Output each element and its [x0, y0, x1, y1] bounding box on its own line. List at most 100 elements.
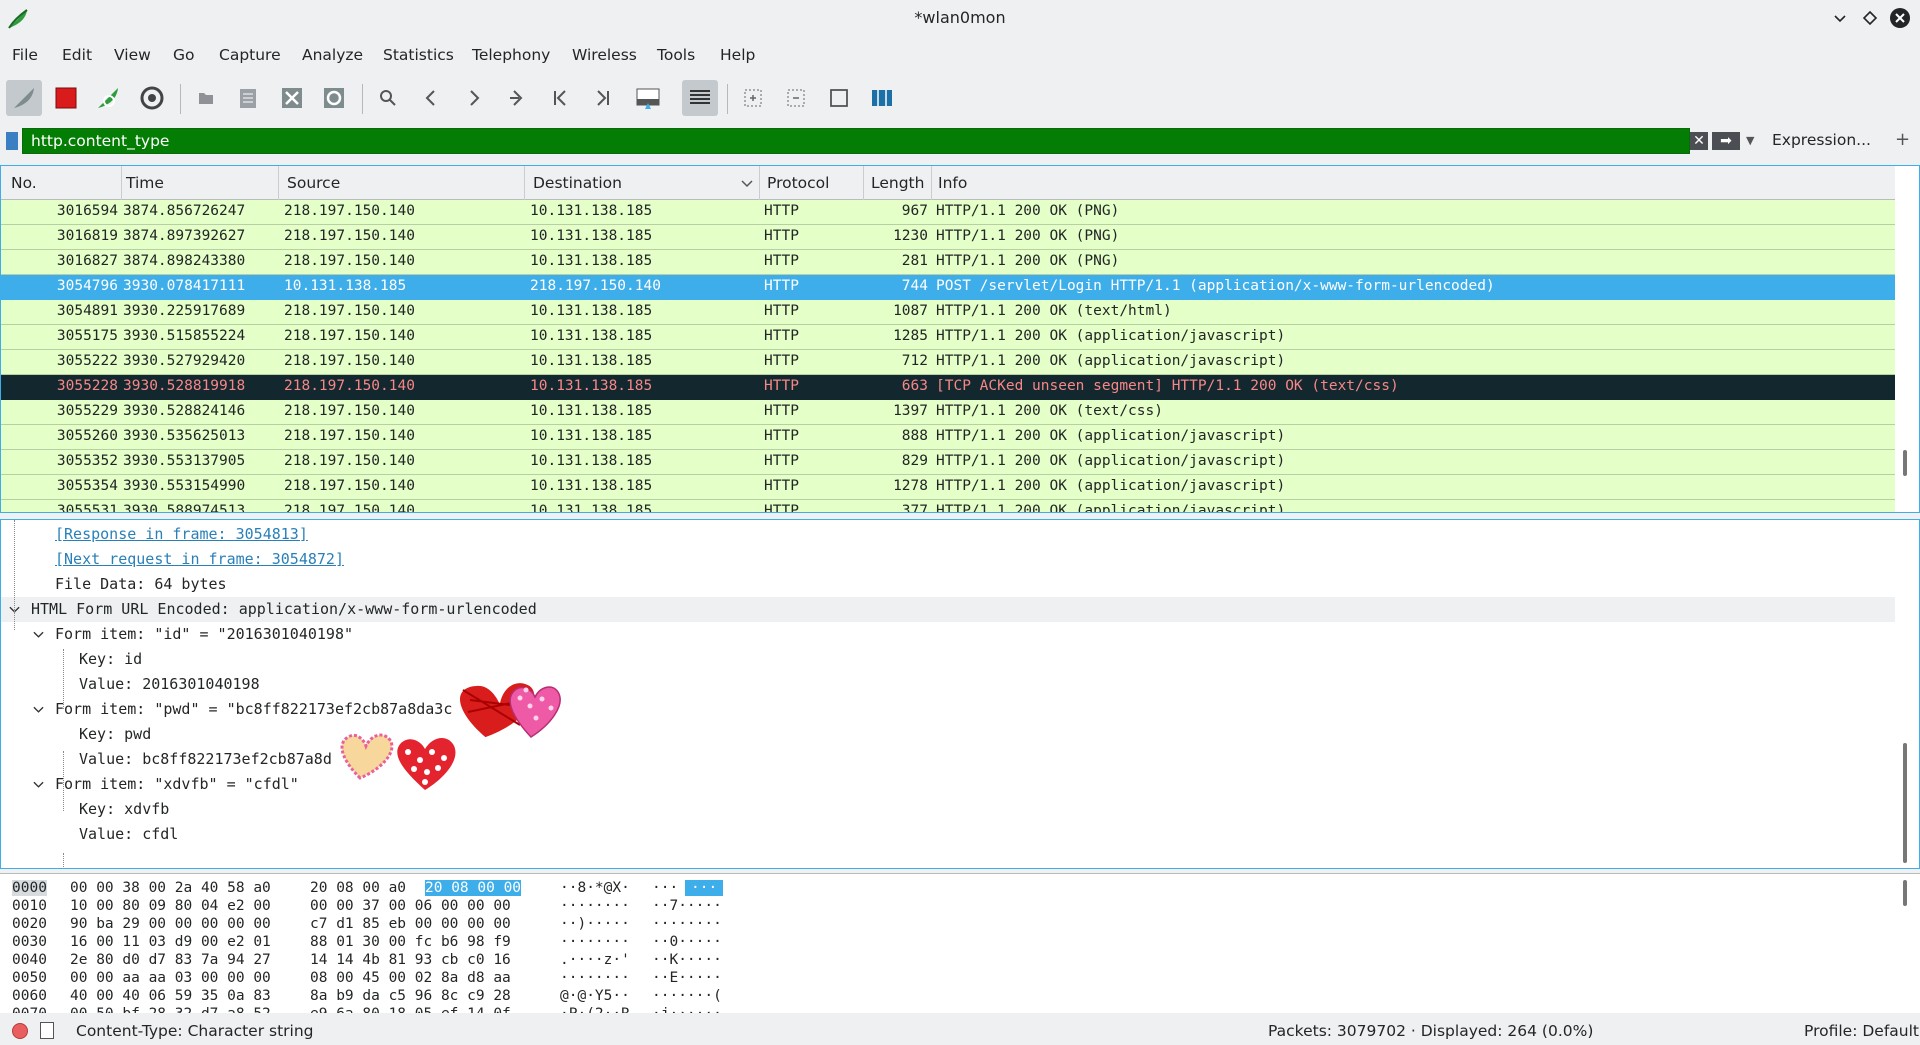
menu-statistics[interactable]: Statistics	[383, 46, 454, 64]
packet-row[interactable]: 3016827 3874.898243380 218.197.150.140 10.1…	[1, 250, 1895, 275]
column-divider[interactable]	[121, 166, 122, 200]
packet-details-scrollbar[interactable]	[1903, 743, 1907, 863]
resize-columns-button[interactable]	[864, 80, 900, 116]
bookmark-icon[interactable]	[6, 132, 18, 150]
menu-view[interactable]: View	[114, 46, 151, 64]
packet-list-scrollbar[interactable]	[1903, 450, 1907, 476]
detail-tree-item[interactable]: Value: bc8ff822173ef2cb87a8d	[1, 747, 1895, 772]
detail-tree-item[interactable]: Form item: "pwd" = "bc8ff822173ef2cb87a8…	[1, 697, 1895, 722]
column-divider[interactable]	[278, 166, 279, 200]
expand-chevron-icon[interactable]	[33, 631, 44, 639]
reload-file-button[interactable]	[316, 80, 352, 116]
normal-size-button[interactable]	[821, 80, 857, 116]
hex-dump-line[interactable]: 0040 2e 80 d0 d7 83 7a 94 27 14 14 4b 81 9…	[0, 952, 760, 970]
column-header-no[interactable]: No.	[11, 174, 37, 192]
hex-dump-line[interactable]: 0010 10 00 80 09 80 04 e2 00 00 00 37 00 0…	[0, 898, 760, 916]
menu-analyze[interactable]: Analyze	[302, 46, 363, 64]
auto-scroll-button[interactable]	[630, 80, 666, 116]
column-header-source[interactable]: Source	[287, 174, 340, 192]
clear-filter-icon[interactable]: ✕	[1690, 132, 1708, 150]
stop-capture-button[interactable]	[48, 80, 84, 116]
menu-telephony[interactable]: Telephony	[472, 46, 550, 64]
detail-tree-item[interactable]: Form item: "id" = "2016301040198"	[1, 622, 1895, 647]
hex-dump-line[interactable]: 0050 00 00 aa aa 03 00 00 00 08 00 45 00 0…	[0, 970, 760, 988]
packet-row[interactable]: 3016819 3874.897392627 218.197.150.140 10.1…	[1, 225, 1895, 250]
packet-row[interactable]: 3055229 3930.528824146 218.197.150.140 10.1…	[1, 400, 1895, 425]
apply-filter-icon[interactable]: ➡	[1712, 132, 1740, 150]
column-divider[interactable]	[759, 166, 760, 200]
expand-chevron-icon[interactable]	[33, 781, 44, 789]
restart-capture-button[interactable]	[90, 80, 126, 116]
packet-row[interactable]: 3055228 3930.528819918 218.197.150.140 10.1…	[1, 375, 1895, 400]
hex-dump-line[interactable]: 0030 16 00 11 03 d9 00 e2 01 88 01 30 00 f…	[0, 934, 760, 952]
column-header-length[interactable]: Length	[871, 174, 924, 192]
menu-wireless[interactable]: Wireless	[572, 46, 637, 64]
detail-tree-item[interactable]: Value: cfdl	[1, 822, 1895, 847]
packet-row[interactable]: 3016594 3874.856726247 218.197.150.140 10.1…	[1, 200, 1895, 225]
packet-row[interactable]: 3055531 3930.588974513 218.197.150.140 10.1…	[1, 500, 1895, 512]
menu-tools[interactable]: Tools	[657, 46, 695, 64]
find-packet-button[interactable]	[370, 80, 406, 116]
open-file-button[interactable]	[188, 80, 224, 116]
column-header-destination[interactable]: Destination	[533, 174, 622, 192]
status-field-description: Content-Type: Character string	[76, 1022, 314, 1040]
hex-dump-line[interactable]: 0060 40 00 40 06 59 35 0a 83 8a b9 da c5 9…	[0, 988, 760, 1006]
save-file-button[interactable]	[230, 80, 266, 116]
status-profile[interactable]: Profile: Default	[1804, 1022, 1919, 1040]
first-packet-button[interactable]	[542, 80, 578, 116]
column-header-time[interactable]: Time	[126, 174, 164, 192]
detail-tree-item[interactable]: Value: 2016301040198	[1, 672, 1895, 697]
capture-comment-icon[interactable]	[40, 1022, 54, 1039]
detail-tree-item[interactable]: File Data: 64 bytes	[1, 572, 1895, 597]
menu-capture[interactable]: Capture	[219, 46, 281, 64]
filter-history-dropdown-icon[interactable]: ▼	[1746, 134, 1754, 147]
detail-tree-item[interactable]: Key: id	[1, 647, 1895, 672]
expand-chevron-icon[interactable]	[33, 706, 44, 714]
maximize-icon[interactable]	[1860, 8, 1880, 28]
detail-link[interactable]: [Response in frame: 3054813]	[55, 525, 308, 543]
packet-row[interactable]: 3054891 3930.225917689 218.197.150.140 10.1…	[1, 300, 1895, 325]
column-divider[interactable]	[931, 166, 932, 200]
zoom-in-button[interactable]	[735, 80, 771, 116]
detail-tree-item[interactable]: [Response in frame: 3054813]	[1, 522, 1895, 547]
column-header-protocol[interactable]: Protocol	[767, 174, 829, 192]
hex-dump-line[interactable]: 0020 90 ba 29 00 00 00 00 00 c7 d1 85 eb 0…	[0, 916, 760, 934]
detail-tree-item[interactable]: HTML Form URL Encoded: application/x-www…	[1, 597, 1895, 622]
packet-bytes-scrollbar[interactable]	[1903, 880, 1907, 906]
zoom-out-button[interactable]	[778, 80, 814, 116]
menu-help[interactable]: Help	[720, 46, 755, 64]
packet-row[interactable]: 3055354 3930.553154990 218.197.150.140 10.1…	[1, 475, 1895, 500]
detail-tree-item[interactable]: Key: pwd	[1, 722, 1895, 747]
expression-button[interactable]: Expression...	[1772, 131, 1871, 149]
hex-dump-line[interactable]: 0000 00 00 38 00 2a 40 58 a0 20 08 00 a0 ··…	[0, 880, 760, 898]
packet-row[interactable]: 3055222 3930.527929420 218.197.150.140 10.1…	[1, 350, 1895, 375]
next-packet-button[interactable]	[456, 80, 492, 116]
expert-info-icon[interactable]	[12, 1023, 28, 1039]
detail-tree-item[interactable]: Key: xdvfb	[1, 797, 1895, 822]
minimize-icon[interactable]	[1830, 8, 1850, 28]
go-to-packet-button[interactable]	[499, 80, 535, 116]
menu-edit[interactable]: Edit	[62, 46, 92, 64]
packet-row[interactable]: 3054796 3930.078417111 10.131.138.185 218.1…	[1, 275, 1895, 300]
detail-link[interactable]: [Next request in frame: 3054872]	[55, 550, 344, 568]
capture-options-button[interactable]	[134, 80, 170, 116]
add-filter-button[interactable]: +	[1895, 129, 1910, 150]
start-capture-button[interactable]	[6, 80, 42, 116]
column-header-info[interactable]: Info	[938, 174, 967, 192]
column-divider[interactable]	[863, 166, 864, 200]
detail-tree-item[interactable]: Form item: "xdvfb" = "cfdl"	[1, 772, 1895, 797]
packet-row[interactable]: 3055352 3930.553137905 218.197.150.140 10.1…	[1, 450, 1895, 475]
menu-file[interactable]: File	[12, 46, 38, 64]
close-file-button[interactable]	[274, 80, 310, 116]
display-filter-input[interactable]: http.content_type	[22, 128, 1690, 154]
packet-row[interactable]: 3055175 3930.515855224 218.197.150.140 10.1…	[1, 325, 1895, 350]
column-divider[interactable]	[524, 166, 525, 200]
close-icon[interactable]	[1889, 7, 1911, 29]
packet-row[interactable]: 3055260 3930.535625013 218.197.150.140 10.1…	[1, 425, 1895, 450]
last-packet-button[interactable]	[585, 80, 621, 116]
detail-tree-item[interactable]: [Next request in frame: 3054872]	[1, 547, 1895, 572]
menu-go[interactable]: Go	[173, 46, 195, 64]
previous-packet-button[interactable]	[413, 80, 449, 116]
hex-dump-line[interactable]: 0070 00 50 bf 28 32 d7 a8 52 e9 6a 80 18 0…	[0, 1006, 760, 1013]
colorize-button[interactable]	[682, 80, 718, 116]
